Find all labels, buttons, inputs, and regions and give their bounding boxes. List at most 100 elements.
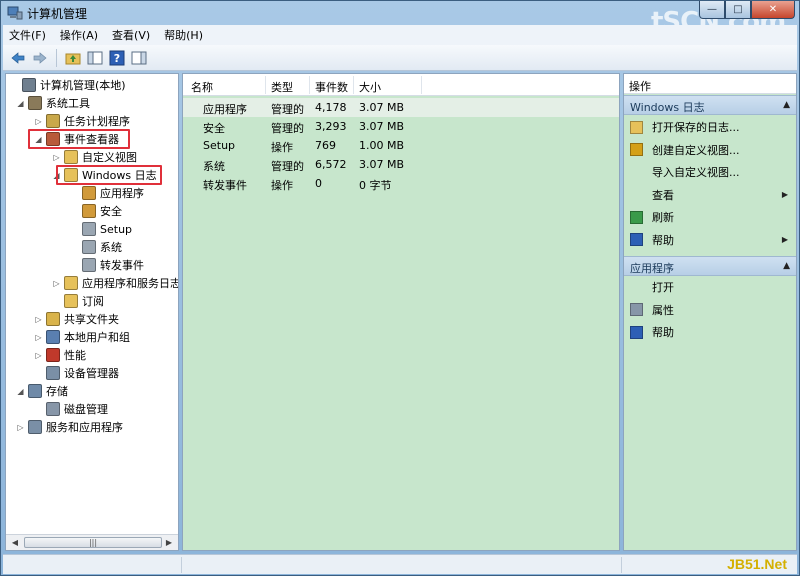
minimize-button[interactable]: — [699,1,725,19]
tree-expander-icon[interactable]: ▷ [52,153,61,162]
table-row[interactable]: 转发事件 操作 0 0 字节 [183,174,619,193]
table-row[interactable]: 安全 管理的 3,293 3.07 MB [183,117,619,136]
tree-horizontal-scrollbar[interactable]: ◀ ||| ▶ [6,534,178,550]
action-item[interactable]: 创建自定义视图... [624,140,796,160]
action-item[interactable]: 查看 ▶ [624,185,796,205]
scroll-thumb[interactable]: ||| [24,537,162,548]
actions-header: 操作 [624,74,796,94]
action-item-label: 查看 [652,188,674,202]
cell-type: 管理的 [271,122,304,135]
action-item[interactable]: 帮助 [624,322,796,342]
log-list: 名称 类型 事件数 大小 应用程序 管理的 4,178 3.07 MB 安全 管理的 3,2… [182,73,620,551]
log-icon [82,222,96,236]
close-button[interactable]: ✕ [751,1,795,19]
tree-item[interactable]: 磁盘管理 [34,400,108,418]
cell-event-count: 3,293 [315,120,347,133]
back-button[interactable] [9,49,27,67]
cell-size: 3.07 MB [359,158,405,171]
tree-item[interactable]: ▷ 服务和应用程序 [16,418,123,436]
table-row[interactable]: 系统 管理的 6,572 3.07 MB [183,155,619,174]
tree-item[interactable]: ▷ 共享文件夹 [34,310,119,328]
tree-expander-icon[interactable]: ▷ [34,117,43,126]
tree-item[interactable]: Setup [70,220,132,238]
tree-item[interactable]: 转发事件 [70,256,144,274]
column-event-count[interactable]: 事件数 [315,79,348,95]
tree-item[interactable]: ▷ 性能 [34,346,86,364]
forward-button[interactable] [31,49,49,67]
tree-expander-icon[interactable]: ◢ [16,387,25,396]
tree-item[interactable]: 订阅 [52,292,104,310]
column-divider [421,76,422,94]
menu-file[interactable]: 文件(F) [9,27,46,43]
help-toolbar-button[interactable]: ? [108,49,126,67]
tree-item[interactable]: 安全 [70,202,122,220]
tree-item-label: 共享文件夹 [64,313,119,326]
table-row[interactable]: 应用程序 管理的 4,178 3.07 MB [183,98,619,117]
column-name[interactable]: 名称 [191,79,213,95]
scroll-left-button[interactable]: ◀ [8,536,22,549]
maximize-button[interactable]: □ [725,1,751,19]
show-hide-tree-button[interactable] [86,49,104,67]
up-level-button[interactable] [64,49,82,67]
tree-item[interactable]: 系统 [70,238,122,256]
action-item[interactable]: 打开 [624,277,796,297]
svg-text:?: ? [114,52,120,65]
cell-name: 安全 [203,122,225,135]
tree-item[interactable]: 设备管理器 [34,364,119,382]
action-item[interactable]: 打开保存的日志... [624,117,796,137]
tree-item[interactable]: ◢ 存储 [16,382,68,400]
tree-expander-icon[interactable]: ▷ [52,279,61,288]
title-bar[interactable]: 计算机管理 tSCN.com — □ ✕ [1,1,800,37]
tree-expander-icon[interactable]: ▷ [34,351,43,360]
blank-icon [630,188,643,201]
tree-item[interactable]: 应用程序 [70,184,144,202]
table-row[interactable]: Setup 操作 769 1.00 MB [183,136,619,155]
window-title: 计算机管理 [27,7,88,21]
filter-icon [630,143,643,156]
collapse-icon[interactable]: ▲ [783,100,790,110]
tree-item-label: 应用程序 [100,187,144,200]
menu-action[interactable]: 操作(A) [60,27,98,43]
tree-expander-icon[interactable]: ▷ [34,333,43,342]
menu-help[interactable]: 帮助(H) [164,27,203,43]
watermark-bottom: JB51.Net [727,556,787,572]
section-title: 应用程序 [630,262,674,275]
action-item-label: 打开保存的日志... [652,121,740,134]
cell-name: Setup [203,139,236,152]
tree-item[interactable]: 计算机管理(本地) [10,76,126,94]
help-icon [630,233,643,246]
status-bar: JB51.Net [3,554,797,574]
scroll-right-button[interactable]: ▶ [162,536,176,549]
highlight-box [56,165,162,185]
action-item[interactable]: 刷新 [624,207,796,227]
tree-expander-icon[interactable]: ▷ [16,423,25,432]
back-arrow-icon [11,51,25,64]
tree-item[interactable]: ▷ 任务计划程序 [34,112,130,130]
action-item[interactable]: 属性 [624,300,796,320]
column-type[interactable]: 类型 [271,79,293,95]
tree-expander-icon[interactable]: ◢ [16,99,25,108]
menu-view[interactable]: 查看(V) [112,27,150,43]
tree-item-label: 转发事件 [100,259,144,272]
tree-item[interactable]: ▷ 本地用户和组 [34,328,130,346]
tree-item[interactable]: ▷ 应用程序和服务日志 [52,274,178,292]
action-item[interactable]: 导入自定义视图... [624,162,796,182]
tree-item-label: Setup [100,222,133,236]
tree-expander-icon[interactable]: ▷ [34,315,43,324]
column-divider [265,76,266,94]
status-segment [181,557,182,573]
column-size[interactable]: 大小 [359,79,381,95]
tree-item[interactable]: ▷ 自定义视图 [52,148,137,166]
show-hide-action-pane-button[interactable] [130,49,148,67]
action-item[interactable]: 帮助 ▶ [624,230,796,250]
tree-item-label: 设备管理器 [64,367,119,380]
users-icon [46,330,60,344]
collapse-icon[interactable]: ▲ [783,261,790,271]
section-windows-logs[interactable]: Windows 日志 ▲ [624,95,796,115]
tree-item-label: 磁盘管理 [64,403,108,416]
cell-size: 0 字节 [359,179,392,192]
tree-item[interactable]: ◢ 系统工具 [16,94,90,112]
services-icon [28,420,42,434]
cell-size: 3.07 MB [359,120,405,133]
section-application[interactable]: 应用程序 ▲ [624,256,796,276]
